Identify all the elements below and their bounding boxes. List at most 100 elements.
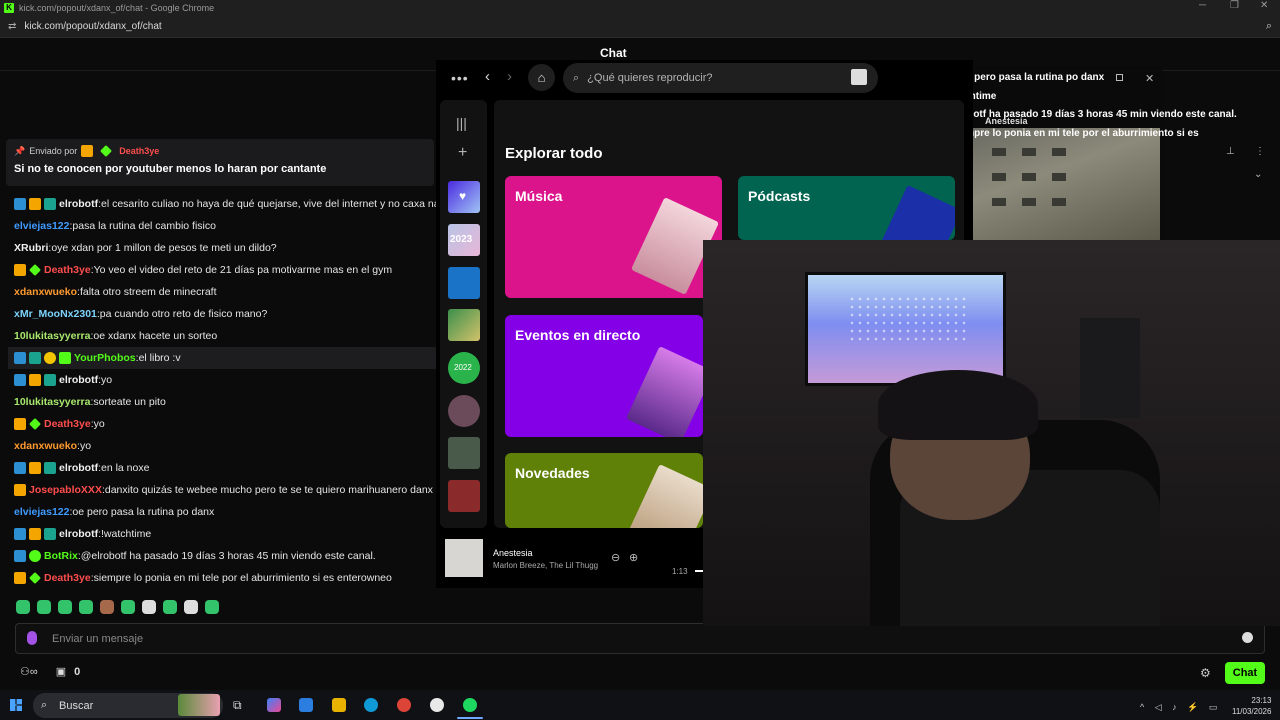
- chat-username[interactable]: elviejas122: [14, 506, 69, 518]
- overlay-menu-icon[interactable]: ⋮: [1255, 146, 1265, 157]
- track-title[interactable]: Anestesia: [493, 548, 533, 558]
- chat-username[interactable]: elrobotf: [59, 528, 98, 540]
- chat-message[interactable]: Death3ye: yo: [14, 413, 439, 435]
- playlist-thumb[interactable]: 2022: [448, 352, 480, 384]
- overlay-close-icon[interactable]: ✕: [1145, 72, 1154, 85]
- chat-message[interactable]: Death3ye: siempre lo ponia en mi tele po…: [14, 567, 439, 589]
- obs-icon[interactable]: [430, 698, 444, 712]
- pinned-message[interactable]: 📌 Enviado por Death3ye Si no te conocen …: [6, 139, 434, 186]
- overlay-maximize-icon[interactable]: [1116, 74, 1123, 81]
- gift-icon[interactable]: ▣: [56, 665, 66, 678]
- emote-icon[interactable]: [37, 600, 51, 614]
- chat-message[interactable]: 10lukitasyyerra: sorteate un pito: [14, 391, 439, 413]
- copilot-icon[interactable]: [267, 698, 281, 712]
- forward-icon[interactable]: ›: [507, 68, 512, 85]
- playlist-thumb[interactable]: [448, 309, 480, 341]
- card-novedades[interactable]: Novedades: [505, 453, 703, 528]
- connection-icon[interactable]: ⚇∞: [20, 665, 38, 678]
- store-icon[interactable]: [299, 698, 313, 712]
- emote-icon[interactable]: [100, 600, 114, 614]
- url-text[interactable]: kick.com/popout/xdanx_of/chat: [24, 21, 161, 32]
- chat-username[interactable]: elviejas122: [14, 220, 69, 232]
- chat-username[interactable]: Death3ye: [44, 264, 91, 276]
- chat-username[interactable]: Death3ye: [44, 572, 91, 584]
- emote-icon[interactable]: [121, 600, 135, 614]
- playlist-thumb[interactable]: [448, 267, 480, 299]
- zoom-icon[interactable]: ⌕: [1266, 20, 1272, 33]
- chat-username[interactable]: JosepabloXXX: [29, 484, 102, 496]
- chat-message[interactable]: xdanxwueko: yo: [14, 435, 439, 457]
- restore-icon[interactable]: ❐: [1230, 0, 1239, 11]
- card-musica[interactable]: Música: [505, 176, 722, 298]
- chat-message[interactable]: XRubri: oye xdan por 1 millon de pesos t…: [14, 237, 439, 259]
- close-icon[interactable]: ✕: [1260, 0, 1268, 11]
- playlist-thumb[interactable]: [448, 480, 480, 512]
- spotify-search[interactable]: ⌕ ¿Qué quieres reproducir?: [563, 63, 878, 93]
- more-icon[interactable]: •••: [451, 70, 469, 86]
- add-icon[interactable]: ⊕: [629, 551, 638, 564]
- chat-message[interactable]: elrobotf: en la noxe: [14, 457, 439, 479]
- chat-message[interactable]: Death3ye: Yo veo el video del reto de 21…: [14, 259, 439, 281]
- chat-username[interactable]: YourPhobos: [74, 352, 136, 364]
- chat-username[interactable]: elrobotf: [59, 462, 98, 474]
- chat-message[interactable]: YourPhobos: el libro :v: [8, 347, 438, 369]
- mic-icon[interactable]: [27, 631, 37, 645]
- chat-message[interactable]: BotRix: @elrobotf ha pasado 19 días 3 ho…: [14, 545, 439, 567]
- chat-username[interactable]: XRubri: [14, 242, 48, 254]
- system-tray[interactable]: ^ ◁ ♪ ⚡ ▭: [1140, 702, 1221, 713]
- message-input[interactable]: Enviar un mensaje: [15, 623, 1265, 654]
- plus-icon[interactable]: +: [458, 144, 467, 162]
- chat-message[interactable]: xMr_MooNx2301: pa cuando otro reto de fi…: [14, 303, 439, 325]
- minimize-icon[interactable]: ─: [1199, 0, 1206, 11]
- browse-icon[interactable]: [851, 69, 867, 85]
- playlist-thumb[interactable]: [448, 437, 480, 469]
- track-artist[interactable]: Marlon Breeze, The Lil Thugg: [493, 561, 598, 570]
- library-icon[interactable]: |||: [456, 115, 467, 131]
- emote-icon[interactable]: [58, 600, 72, 614]
- clock[interactable]: 23:13 11/03/2026: [1232, 695, 1271, 717]
- playlist-thumb[interactable]: 2023: [448, 224, 480, 256]
- spotify-icon[interactable]: [463, 698, 477, 712]
- address-bar[interactable]: ⇄ kick.com/popout/xdanx_of/chat: [0, 16, 1280, 38]
- card-podcasts[interactable]: Pódcasts: [738, 176, 955, 240]
- chat-username[interactable]: xdanxwueko: [14, 286, 77, 298]
- progress-bar[interactable]: [695, 570, 703, 572]
- chat-message[interactable]: 10lukitasyyerra: oe xdanx hacete un sort…: [14, 325, 439, 347]
- chat-username[interactable]: 10lukitasyyerra: [14, 330, 90, 342]
- chevron-down-icon[interactable]: ⌄: [1254, 169, 1262, 180]
- chat-username[interactable]: elrobotf: [59, 374, 98, 386]
- site-info-icon[interactable]: ⇄: [8, 21, 16, 32]
- card-eventos[interactable]: Eventos en directo: [505, 315, 703, 437]
- chat-message[interactable]: xdanxwueko: falta otro streem de minecra…: [14, 281, 439, 303]
- chat-username[interactable]: 10lukitasyyerra: [14, 396, 90, 408]
- chat-message[interactable]: elviejas122: oe pero pasa la rutina po d…: [14, 501, 439, 523]
- album-art[interactable]: [445, 539, 483, 577]
- chat-message[interactable]: elrobotf: !watchtime: [14, 523, 439, 545]
- emote-icon[interactable]: [16, 600, 30, 614]
- task-view-icon[interactable]: ⧉: [233, 698, 247, 712]
- back-icon[interactable]: ‹: [485, 68, 490, 85]
- file-explorer-icon[interactable]: [332, 698, 346, 712]
- emote-icon[interactable]: [142, 600, 156, 614]
- home-icon[interactable]: ⌂: [528, 64, 555, 91]
- chat-button[interactable]: Chat: [1225, 662, 1265, 684]
- gear-icon[interactable]: ⚙: [1200, 666, 1211, 680]
- emote-icon[interactable]: [79, 600, 93, 614]
- chat-message[interactable]: elviejas122: pasa la rutina del cambio f…: [14, 215, 439, 237]
- chat-username[interactable]: elrobotf: [59, 198, 98, 210]
- emote-icon[interactable]: [163, 600, 177, 614]
- chat-message[interactable]: JosepabloXXX: danxito quizás te webee mu…: [14, 479, 439, 501]
- artist-thumb[interactable]: [448, 395, 480, 427]
- chrome-icon[interactable]: [397, 698, 411, 712]
- chat-username[interactable]: xMr_MooNx2301: [14, 308, 97, 320]
- chat-username[interactable]: xdanxwueko: [14, 440, 77, 452]
- chat-message[interactable]: elrobotf: el cesarito culiao no haya de …: [14, 193, 439, 215]
- remove-icon[interactable]: ⊖: [611, 551, 620, 564]
- chat-message[interactable]: elrobotf: yo: [14, 369, 439, 391]
- pinned-sender[interactable]: Death3ye: [119, 146, 159, 156]
- overlay-pin-icon[interactable]: ⊥: [1226, 146, 1235, 157]
- chat-message-list[interactable]: elrobotf: el cesarito culiao no haya de …: [8, 193, 439, 589]
- chat-username[interactable]: Death3ye: [44, 418, 91, 430]
- edge-icon[interactable]: [364, 698, 378, 712]
- chat-username[interactable]: BotRix: [44, 550, 78, 562]
